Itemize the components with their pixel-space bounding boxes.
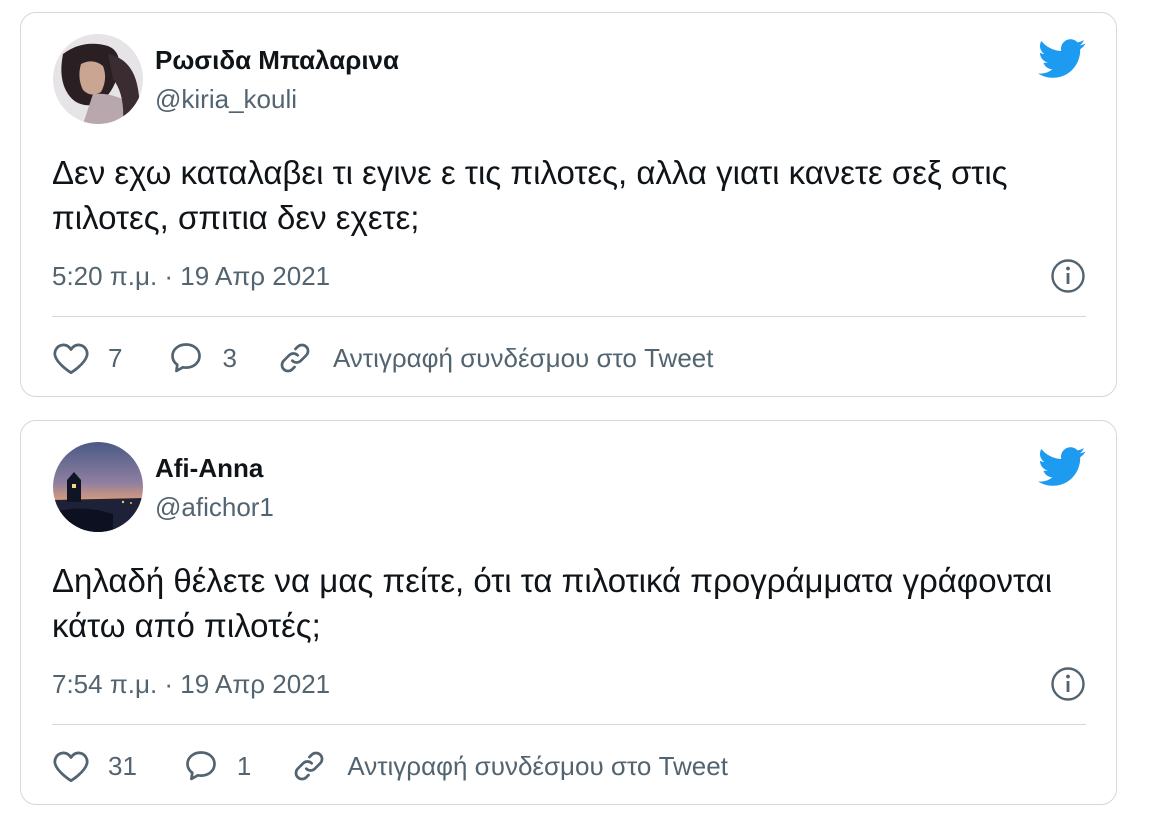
avatar-photo (53, 34, 143, 124)
like-button[interactable]: 31 (52, 749, 137, 783)
reply-count: 1 (236, 750, 252, 781)
reply-button[interactable]: 3 (168, 340, 237, 376)
avatar[interactable] (53, 34, 143, 124)
twitter-bird-icon[interactable] (1038, 447, 1086, 487)
display-name[interactable]: Ρωσιδα Μπαλαρινα (155, 45, 399, 76)
user-handle[interactable]: @afichor1 (155, 492, 274, 523)
reply-count: 3 (222, 342, 237, 373)
speech-bubble-icon (168, 340, 204, 376)
info-icon[interactable] (1050, 666, 1086, 702)
copy-link-button[interactable]: Αντιγραφή συνδέσμου στο Tweet (277, 340, 714, 376)
tweet-text: Δηλαδή θέλετε να μας πείτε, ότι τα πιλοτ… (52, 562, 1053, 644)
copy-link-label: Αντιγραφή συνδέσμου στο Tweet (332, 342, 714, 373)
display-name[interactable]: Afi-Anna (155, 453, 263, 484)
heart-icon (52, 749, 90, 783)
action-bar: 7 3 Αντιγραφή συνδέσμου στο Tweet (52, 338, 713, 378)
speech-bubble-icon (183, 748, 219, 784)
tweet-text: Δεν εχω καταλαβει τι εγινε ε τις πιλοτες… (52, 154, 1008, 236)
heart-icon (52, 341, 90, 375)
divider (52, 316, 1086, 317)
like-count: 31 (108, 750, 137, 781)
twitter-bird-icon[interactable] (1038, 39, 1086, 79)
like-count: 7 (108, 342, 123, 373)
tweet-timestamp[interactable]: 5:20 π.μ. · 19 Απρ 2021 (52, 261, 330, 292)
info-icon[interactable] (1050, 258, 1086, 294)
copy-link-label: Αντιγραφή συνδέσμου στο Tweet (347, 750, 728, 781)
reply-button[interactable]: 1 (183, 748, 251, 784)
copy-link-button[interactable]: Αντιγραφή συνδέσμου στο Tweet (291, 748, 728, 784)
user-handle[interactable]: @kiria_kouli (155, 84, 297, 115)
tweet-timestamp[interactable]: 7:54 π.μ. · 19 Απρ 2021 (52, 669, 330, 700)
action-bar: 31 1 Αντιγραφή συνδέσμου στο Tweet (52, 746, 728, 786)
link-icon (291, 748, 327, 784)
tweet-card[interactable]: Ρωσιδα Μπαλαρινα @kiria_kouli Δεν εχω κα… (20, 12, 1117, 397)
avatar-photo (53, 442, 143, 532)
avatar[interactable] (53, 442, 143, 532)
like-button[interactable]: 7 (52, 341, 122, 375)
divider (52, 724, 1086, 725)
tweet-card[interactable]: Afi-Anna @afichor1 Δηλαδή θέλετε να μας … (20, 420, 1117, 805)
link-icon (277, 340, 313, 376)
